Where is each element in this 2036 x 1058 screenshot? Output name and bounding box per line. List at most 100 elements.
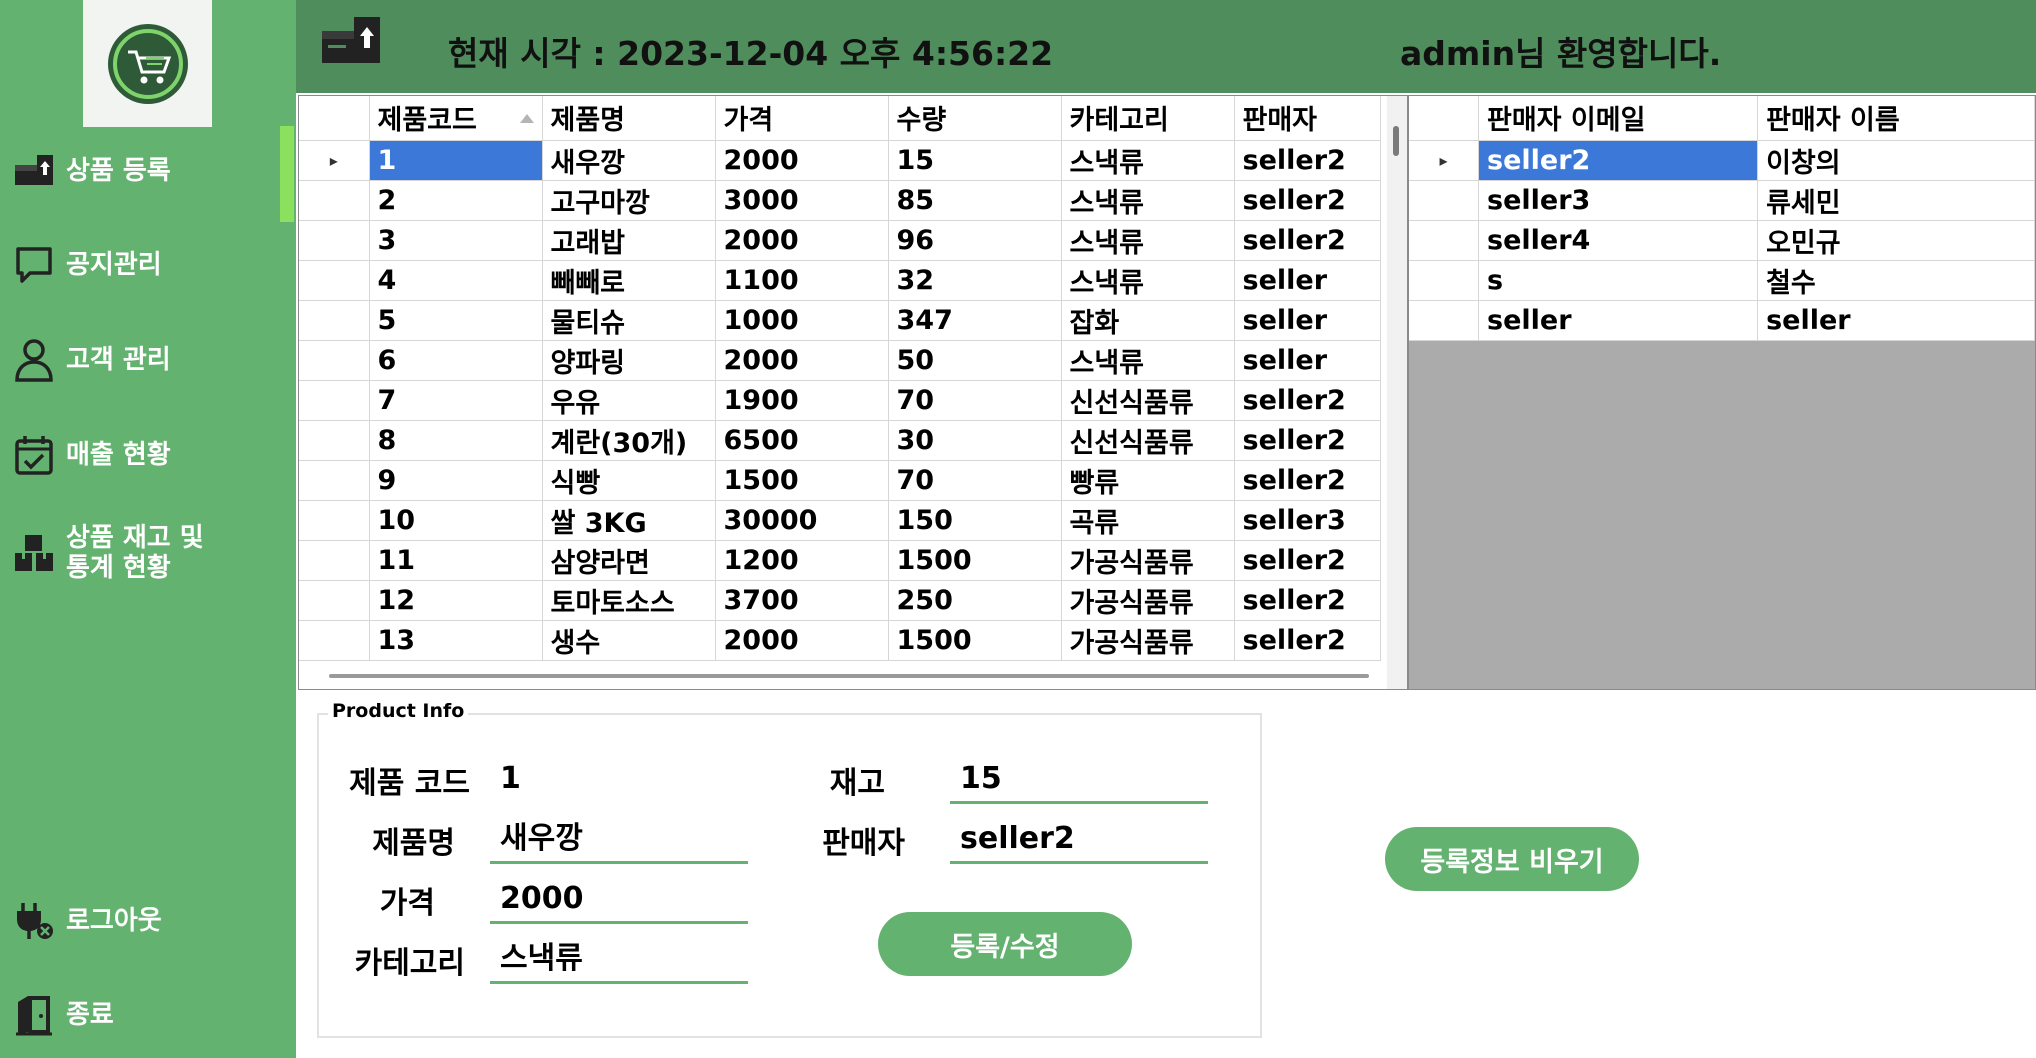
row-header[interactable]	[299, 420, 370, 461]
name-field[interactable]: 새우깡	[490, 814, 748, 864]
table-cell-name[interactable]: 생수	[542, 620, 716, 661]
table-cell-code[interactable]: 13	[369, 620, 543, 661]
table-cell-name[interactable]: 새우깡	[542, 140, 716, 181]
row-header[interactable]	[299, 460, 370, 501]
table-row[interactable]: 8 계란(30개) 6500 30 신선식품류 seller2	[299, 420, 1381, 461]
table-cell-name[interactable]: 쌀 3KG	[542, 500, 716, 541]
table-cell-seller-email[interactable]: seller2	[1478, 140, 1759, 181]
table-cell-code[interactable]: 1	[369, 140, 543, 181]
table-cell-code[interactable]: 3	[369, 220, 543, 261]
table-cell-price[interactable]: 3700	[715, 580, 889, 621]
table-cell-code[interactable]: 11	[369, 540, 543, 581]
table-cell-quantity[interactable]: 1500	[888, 540, 1062, 581]
column-header-seller-name[interactable]: 판매자 이름	[1757, 96, 2035, 141]
table-cell-category[interactable]: 곡류	[1061, 500, 1235, 541]
table-cell-quantity[interactable]: 15	[888, 140, 1062, 181]
table-cell-seller[interactable]: seller2	[1234, 180, 1381, 221]
table-row[interactable]: 5 물티슈 1000 347 잡화 seller	[299, 300, 1381, 341]
table-cell-price[interactable]: 2000	[715, 340, 889, 381]
table-row[interactable]: 12 토마토소스 3700 250 가공식품류 seller2	[299, 580, 1381, 621]
table-cell-seller[interactable]: seller2	[1234, 140, 1381, 181]
table-cell-quantity[interactable]: 30	[888, 420, 1062, 461]
table-cell-price[interactable]: 2000	[715, 140, 889, 181]
table-cell-name[interactable]: 물티슈	[542, 300, 716, 341]
table-cell-category[interactable]: 신선식품류	[1061, 380, 1235, 421]
table-cell-code[interactable]: 9	[369, 460, 543, 501]
table-cell-seller-email[interactable]: s	[1478, 260, 1759, 301]
table-cell-code[interactable]: 7	[369, 380, 543, 421]
table-row[interactable]: ▸ seller2 이창의	[1409, 140, 2035, 181]
table-row[interactable]: seller seller	[1409, 300, 2035, 341]
table-row[interactable]: s 철수	[1409, 260, 2035, 301]
table-cell-name[interactable]: 계란(30개)	[542, 420, 716, 461]
row-header[interactable]	[1409, 300, 1479, 341]
table-row[interactable]: 3 고래밥 2000 96 스낵류 seller2	[299, 220, 1381, 261]
table-cell-category[interactable]: 가공식품류	[1061, 540, 1235, 581]
table-cell-code[interactable]: 12	[369, 580, 543, 621]
table-cell-price[interactable]: 30000	[715, 500, 889, 541]
table-cell-name[interactable]: 토마토소스	[542, 580, 716, 621]
table-cell-name[interactable]: 삼양라면	[542, 540, 716, 581]
column-header-price[interactable]: 가격	[715, 96, 889, 141]
horizontal-scrollbar[interactable]	[329, 674, 1369, 678]
table-cell-quantity[interactable]: 1500	[888, 620, 1062, 661]
table-cell-category[interactable]: 가공식품류	[1061, 620, 1235, 661]
table-cell-name[interactable]: 고래밥	[542, 220, 716, 261]
table-cell-category[interactable]: 스낵류	[1061, 140, 1235, 181]
table-cell-seller-name[interactable]: 류세민	[1757, 180, 2035, 221]
vertical-scrollbar[interactable]	[1387, 96, 1407, 689]
table-cell-price[interactable]: 6500	[715, 420, 889, 461]
sellers-grid[interactable]: 판매자 이메일 판매자 이름 ▸ seller2 이창의 seller3 류세민 sell…	[1408, 95, 2036, 690]
table-cell-category[interactable]: 스낵류	[1061, 220, 1235, 261]
sidebar-item-logout[interactable]: 로그아웃	[0, 886, 296, 956]
sidebar-item-sales[interactable]: 매출 현황	[0, 420, 296, 490]
table-cell-seller[interactable]: seller	[1234, 340, 1381, 381]
column-header-name[interactable]: 제품명	[542, 96, 716, 141]
row-header[interactable]	[299, 300, 370, 341]
table-cell-seller-name[interactable]: 오민규	[1757, 220, 2035, 261]
category-field[interactable]: 스낵류	[490, 934, 748, 984]
table-cell-seller[interactable]: seller2	[1234, 540, 1381, 581]
table-cell-code[interactable]: 6	[369, 340, 543, 381]
table-cell-quantity[interactable]: 32	[888, 260, 1062, 301]
table-cell-seller[interactable]: seller2	[1234, 580, 1381, 621]
table-cell-category[interactable]: 잡화	[1061, 300, 1235, 341]
table-cell-seller-email[interactable]: seller3	[1478, 180, 1759, 221]
table-cell-quantity[interactable]: 150	[888, 500, 1062, 541]
table-row[interactable]: 9 식빵 1500 70 빵류 seller2	[299, 460, 1381, 501]
sidebar-item-inventory-stats[interactable]: 상품 재고 및 통계 현황	[0, 518, 296, 588]
table-cell-price[interactable]: 3000	[715, 180, 889, 221]
row-header[interactable]	[299, 220, 370, 261]
table-cell-price[interactable]: 2000	[715, 220, 889, 261]
table-cell-seller-name[interactable]: 이창의	[1757, 140, 2035, 181]
table-cell-category[interactable]: 스낵류	[1061, 340, 1235, 381]
table-cell-price[interactable]: 1100	[715, 260, 889, 301]
table-row[interactable]: 10 쌀 3KG 30000 150 곡류 seller3	[299, 500, 1381, 541]
column-header-quantity[interactable]: 수량	[888, 96, 1062, 141]
column-header-seller-email[interactable]: 판매자 이메일	[1478, 96, 1759, 141]
table-row[interactable]: seller3 류세민	[1409, 180, 2035, 221]
table-cell-name[interactable]: 우유	[542, 380, 716, 421]
row-header[interactable]: ▸	[1409, 140, 1479, 181]
table-cell-seller[interactable]: seller	[1234, 260, 1381, 301]
table-cell-price[interactable]: 1500	[715, 460, 889, 501]
table-cell-quantity[interactable]: 96	[888, 220, 1062, 261]
table-row[interactable]: 13 생수 2000 1500 가공식품류 seller2	[299, 620, 1381, 661]
table-cell-category[interactable]: 가공식품류	[1061, 580, 1235, 621]
clear-form-button[interactable]: 등록정보 비우기	[1385, 827, 1639, 891]
table-cell-seller[interactable]: seller2	[1234, 220, 1381, 261]
table-cell-price[interactable]: 1200	[715, 540, 889, 581]
column-header-code[interactable]: 제품코드	[369, 96, 543, 141]
table-cell-seller-name[interactable]: 철수	[1757, 260, 2035, 301]
table-cell-name[interactable]: 식빵	[542, 460, 716, 501]
register-update-button[interactable]: 등록/수정	[878, 912, 1132, 976]
table-cell-price[interactable]: 1900	[715, 380, 889, 421]
table-cell-category[interactable]: 빵류	[1061, 460, 1235, 501]
table-cell-price[interactable]: 1000	[715, 300, 889, 341]
table-cell-price[interactable]: 2000	[715, 620, 889, 661]
table-row[interactable]: 6 양파링 2000 50 스낵류 seller	[299, 340, 1381, 381]
row-header[interactable]	[299, 580, 370, 621]
table-cell-name[interactable]: 고구마깡	[542, 180, 716, 221]
row-header[interactable]	[299, 340, 370, 381]
table-cell-category[interactable]: 신선식품류	[1061, 420, 1235, 461]
